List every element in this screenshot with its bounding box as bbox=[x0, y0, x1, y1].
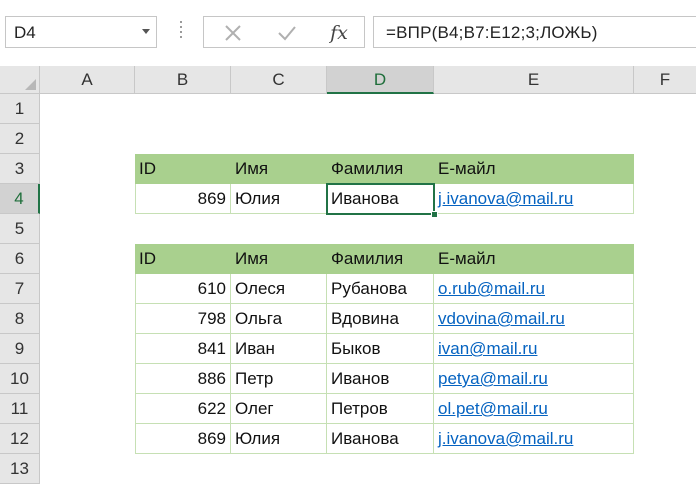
table-header-id[interactable]: ID bbox=[135, 244, 231, 274]
table-cell-name[interactable]: Иван bbox=[231, 334, 327, 364]
table-cell-surname[interactable]: Иванова bbox=[327, 424, 434, 454]
table-header-surname[interactable]: Фамилия bbox=[327, 244, 434, 274]
table-cell-email-link[interactable]: petya@mail.ru bbox=[434, 364, 634, 394]
row-header-13[interactable]: 13 bbox=[0, 454, 40, 484]
table-cell-surname[interactable]: Петров bbox=[327, 394, 434, 424]
table-cell-name[interactable]: Петр bbox=[231, 364, 327, 394]
formula-buttons: fx bbox=[203, 16, 365, 48]
row-header-12[interactable]: 12 bbox=[0, 424, 40, 454]
table-cell-id[interactable]: 841 bbox=[135, 334, 231, 364]
insert-function-button[interactable]: fx bbox=[326, 21, 352, 45]
name-box-value: D4 bbox=[14, 23, 36, 42]
lookup-header-surname[interactable]: Фамилия bbox=[327, 154, 434, 184]
table-cell-id[interactable]: 622 bbox=[135, 394, 231, 424]
row-header-10[interactable]: 10 bbox=[0, 364, 40, 394]
name-box[interactable]: D4 bbox=[5, 16, 157, 48]
cancel-icon[interactable] bbox=[220, 21, 246, 45]
formula-input[interactable]: =ВПР(B4;B7:E12;3;ЛОЖЬ) bbox=[373, 16, 696, 48]
column-header-b[interactable]: B bbox=[135, 66, 231, 94]
formula-text: =ВПР(B4;B7:E12;3;ЛОЖЬ) bbox=[386, 23, 598, 42]
column-header-d[interactable]: D bbox=[327, 66, 434, 94]
fill-handle[interactable] bbox=[431, 211, 438, 218]
row-header-1[interactable]: 1 bbox=[0, 94, 40, 124]
row-header-2[interactable]: 2 bbox=[0, 124, 40, 154]
chevron-down-icon[interactable] bbox=[142, 29, 150, 34]
table-cell-id[interactable]: 610 bbox=[135, 274, 231, 304]
lookup-name-cell[interactable]: Юлия bbox=[231, 184, 327, 214]
row-header-4[interactable]: 4 bbox=[0, 184, 40, 214]
table-cell-name[interactable]: Олеся bbox=[231, 274, 327, 304]
lookup-surname-cell[interactable]: Иванова bbox=[327, 184, 434, 214]
row-header-8[interactable]: 8 bbox=[0, 304, 40, 334]
lookup-header-name[interactable]: Имя bbox=[231, 154, 327, 184]
table-cell-id[interactable]: 869 bbox=[135, 424, 231, 454]
select-all-icon bbox=[25, 79, 36, 90]
row-header-7[interactable]: 7 bbox=[0, 274, 40, 304]
lookup-header-id[interactable]: ID bbox=[135, 154, 231, 184]
table-header-email[interactable]: E-майл bbox=[434, 244, 634, 274]
table-cell-id[interactable]: 886 bbox=[135, 364, 231, 394]
row-header-5[interactable]: 5 bbox=[0, 214, 40, 244]
table-cell-surname[interactable]: Вдовина bbox=[327, 304, 434, 334]
table-cell-name[interactable]: Олег bbox=[231, 394, 327, 424]
row-header-11[interactable]: 11 bbox=[0, 394, 40, 424]
table-cell-id[interactable]: 798 bbox=[135, 304, 231, 334]
row-header-6[interactable]: 6 bbox=[0, 244, 40, 274]
lookup-header-email[interactable]: E-майл bbox=[434, 154, 634, 184]
table-cell-email-link[interactable]: ivan@mail.ru bbox=[434, 334, 634, 364]
table-cell-name[interactable]: Юлия bbox=[231, 424, 327, 454]
row-header-9[interactable]: 9 bbox=[0, 334, 40, 364]
table-cell-name[interactable]: Ольга bbox=[231, 304, 327, 334]
drag-handle-icon[interactable] bbox=[179, 21, 183, 43]
formula-bar: D4 fx =ВПР(B4;B7:E12;3;ЛОЖЬ) bbox=[0, 0, 696, 66]
table-cell-surname[interactable]: Иванов bbox=[327, 364, 434, 394]
table-cell-email-link[interactable]: ol.pet@mail.ru bbox=[434, 394, 634, 424]
table-cell-email-link[interactable]: o.rub@mail.ru bbox=[434, 274, 634, 304]
column-header-f[interactable]: F bbox=[634, 66, 696, 94]
checkmark-icon[interactable] bbox=[274, 21, 300, 45]
column-header-e[interactable]: E bbox=[434, 66, 634, 94]
table-cell-email-link[interactable]: j.ivanova@mail.ru bbox=[434, 424, 634, 454]
table-cell-email-link[interactable]: vdovina@mail.ru bbox=[434, 304, 634, 334]
select-all-button[interactable] bbox=[0, 66, 40, 94]
table-cell-surname[interactable]: Рубанова bbox=[327, 274, 434, 304]
table-cell-surname[interactable]: Быков bbox=[327, 334, 434, 364]
lookup-id-cell[interactable]: 869 bbox=[135, 184, 231, 214]
column-header-c[interactable]: C bbox=[231, 66, 327, 94]
table-header-name[interactable]: Имя bbox=[231, 244, 327, 274]
column-header-a[interactable]: A bbox=[40, 66, 135, 94]
lookup-email-link[interactable]: j.ivanova@mail.ru bbox=[434, 184, 634, 214]
row-header-3[interactable]: 3 bbox=[0, 154, 40, 184]
